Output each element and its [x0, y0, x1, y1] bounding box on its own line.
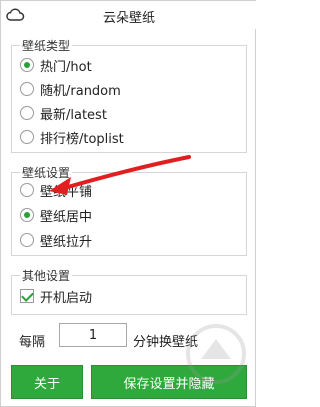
interval-prefix: 每隔: [19, 335, 46, 350]
radio-label: 随机/random: [40, 83, 121, 99]
autostart-checkbox[interactable]: [20, 289, 34, 303]
about-button[interactable]: 关于: [11, 365, 83, 399]
radio-label: 壁纸居中: [40, 209, 93, 225]
radio-random[interactable]: 随机/random: [20, 78, 121, 100]
radio-button[interactable]: [20, 58, 34, 72]
annotation-arrow: [49, 155, 191, 195]
radio-label: 壁纸拉升: [40, 234, 93, 250]
checkbox-label: 开机启动: [40, 290, 93, 306]
other-settings-group: 其他设置 开机启动: [11, 267, 247, 315]
radio-center[interactable]: 壁纸居中: [20, 204, 92, 226]
autostart-option[interactable]: 开机启动: [20, 286, 92, 306]
wallpaper-type-group: 壁纸类型 热门/hot 随机/random 最新/latest 排行榜/topl…: [11, 37, 247, 153]
group-title: 壁纸类型: [20, 37, 73, 54]
interval-input[interactable]: [59, 323, 127, 347]
radio-button[interactable]: [20, 208, 34, 222]
app-title: 云朵壁纸: [102, 11, 155, 26]
radio-stretch[interactable]: 壁纸拉升: [20, 229, 92, 251]
radio-latest[interactable]: 最新/latest: [20, 102, 107, 124]
radio-toplist[interactable]: 排行榜/toplist: [20, 126, 124, 148]
radio-label: 热门/hot: [40, 59, 92, 75]
radio-label: 排行榜/toplist: [40, 131, 124, 147]
radio-button[interactable]: [20, 130, 34, 144]
radio-button[interactable]: [20, 106, 34, 120]
watermark-icon: [186, 324, 246, 384]
radio-hot[interactable]: 热门/hot: [20, 54, 92, 76]
title-bar[interactable]: 云朵壁纸: [1, 1, 257, 29]
group-title: 其他设置: [20, 267, 73, 284]
radio-button[interactable]: [20, 233, 34, 247]
radio-label: 最新/latest: [40, 107, 107, 123]
radio-button[interactable]: [20, 82, 34, 96]
radio-button[interactable]: [20, 183, 34, 197]
app-window: 云朵壁纸 壁纸类型 热门/hot 随机/random 最新/latest 排行榜…: [0, 0, 257, 407]
